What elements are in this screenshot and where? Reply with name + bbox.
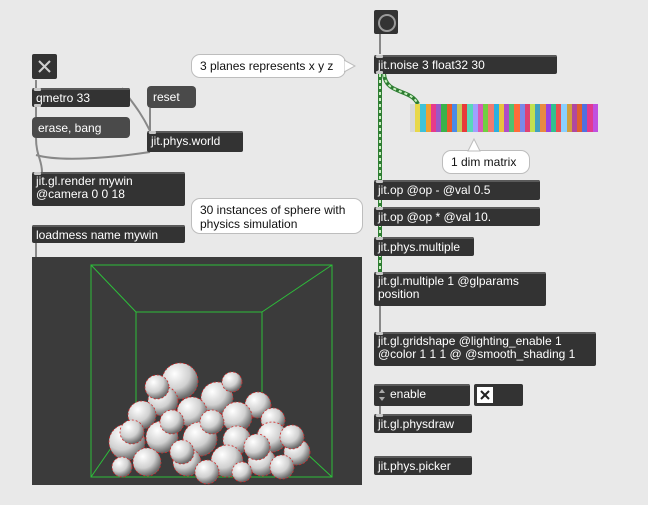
erase-bang-label: erase, bang bbox=[38, 121, 102, 135]
enable-toggle[interactable] bbox=[474, 384, 523, 406]
phys-world-object[interactable]: jit.phys.world bbox=[147, 131, 243, 152]
enable-menu[interactable]: enable bbox=[374, 384, 470, 406]
erase-bang-message[interactable]: erase, bang bbox=[32, 117, 130, 138]
phys-multiple-object[interactable]: jit.phys.multiple bbox=[374, 237, 474, 256]
physics-scene bbox=[90, 264, 333, 485]
instances-comment: 30 instances of sphere with physics simu… bbox=[191, 198, 363, 234]
phys-picker-label: jit.phys.picker bbox=[378, 459, 451, 473]
gridshape-object[interactable]: jit.gl.gridshape @lighting_enable 1 @col… bbox=[374, 332, 596, 366]
inlet[interactable] bbox=[376, 414, 383, 417]
close-x-icon bbox=[38, 60, 51, 73]
inlet[interactable] bbox=[34, 88, 41, 91]
enable-menu-label: enable bbox=[390, 387, 427, 401]
inlet[interactable] bbox=[376, 272, 383, 275]
sphere-instance bbox=[119, 419, 145, 445]
sphere-instance bbox=[231, 461, 253, 483]
sphere-instance bbox=[144, 374, 170, 400]
phys-multiple-label: jit.phys.multiple bbox=[378, 240, 461, 254]
toggle-button[interactable] bbox=[32, 54, 57, 79]
qmetro-object[interactable]: qmetro 33 bbox=[32, 88, 130, 107]
reset-label: reset bbox=[153, 90, 180, 104]
outlet[interactable] bbox=[34, 104, 41, 107]
inlet[interactable] bbox=[376, 180, 383, 183]
sphere-instance bbox=[243, 433, 271, 461]
physdraw-label: jit.gl.physdraw bbox=[378, 417, 455, 431]
op-minus-object[interactable]: jit.op @op - @val 0.5 bbox=[374, 180, 540, 200]
matrix-color-strip bbox=[410, 104, 598, 132]
inlet[interactable] bbox=[34, 172, 41, 175]
reset-message[interactable]: reset bbox=[147, 86, 196, 108]
phys-picker-object[interactable]: jit.phys.picker bbox=[374, 456, 472, 475]
sphere-instance bbox=[279, 424, 305, 450]
checked-box-icon bbox=[477, 387, 493, 403]
inlet[interactable] bbox=[376, 55, 383, 58]
dim-matrix-comment-text: 1 dim matrix bbox=[451, 155, 517, 169]
gridshape-label-line2: @color 1 1 1 @ @smooth_shading 1 bbox=[378, 347, 576, 361]
op-times-label: jit.op @op * @val 10. bbox=[378, 210, 492, 224]
bang-ring-icon bbox=[378, 14, 396, 32]
updown-arrows-icon bbox=[379, 389, 385, 401]
cord-noise-matrix bbox=[382, 73, 420, 106]
inlet[interactable] bbox=[149, 131, 156, 134]
gl-render-window bbox=[32, 257, 362, 485]
sphere-instance bbox=[111, 456, 133, 478]
phys-world-label: jit.phys.world bbox=[151, 134, 221, 148]
sphere-instance bbox=[199, 409, 225, 435]
sphere-instance bbox=[269, 454, 295, 480]
gl-render-label-line2: @camera 0 0 18 bbox=[36, 187, 125, 201]
dim-matrix-comment: 1 dim matrix bbox=[442, 150, 530, 174]
op-minus-label: jit.op @op - @val 0.5 bbox=[378, 183, 491, 197]
sphere-instance bbox=[221, 371, 243, 393]
instances-comment-text: 30 instances of sphere with physics simu… bbox=[200, 203, 346, 231]
inlet[interactable] bbox=[376, 237, 383, 240]
sphere-instance bbox=[194, 459, 220, 485]
noise-label: jit.noise 3 float32 30 bbox=[378, 58, 485, 72]
outlet[interactable] bbox=[376, 71, 383, 74]
bang-button[interactable] bbox=[374, 10, 398, 34]
sphere-instance bbox=[169, 439, 195, 465]
loadmess-label: loadmess name mywin bbox=[36, 228, 159, 242]
noise-object[interactable]: jit.noise 3 float32 30 bbox=[374, 55, 557, 74]
cord-erase-world bbox=[35, 151, 151, 160]
loadmess-object[interactable]: loadmess name mywin bbox=[32, 225, 185, 243]
op-times-object[interactable]: jit.op @op * @val 10. bbox=[374, 207, 540, 226]
gl-render-object[interactable]: jit.gl.render mywin @camera 0 0 18 bbox=[32, 172, 185, 206]
gl-multiple-object[interactable]: jit.gl.multiple 1 @glparams position bbox=[374, 272, 546, 306]
inlet[interactable] bbox=[376, 207, 383, 210]
sphere-instance bbox=[159, 409, 185, 435]
sphere-instance bbox=[132, 447, 162, 477]
comment-pointer-up bbox=[467, 138, 481, 152]
inlet[interactable] bbox=[376, 332, 383, 335]
qmetro-label: qmetro 33 bbox=[36, 91, 91, 105]
gl-multiple-label-line2: position bbox=[378, 287, 420, 301]
comment-pointer bbox=[344, 59, 356, 73]
physdraw-object[interactable]: jit.gl.physdraw bbox=[374, 414, 472, 433]
planes-comment-text: 3 planes represents x y z bbox=[200, 59, 334, 73]
planes-comment: 3 planes represents x y z bbox=[191, 54, 346, 78]
matrix-cell bbox=[592, 104, 598, 132]
